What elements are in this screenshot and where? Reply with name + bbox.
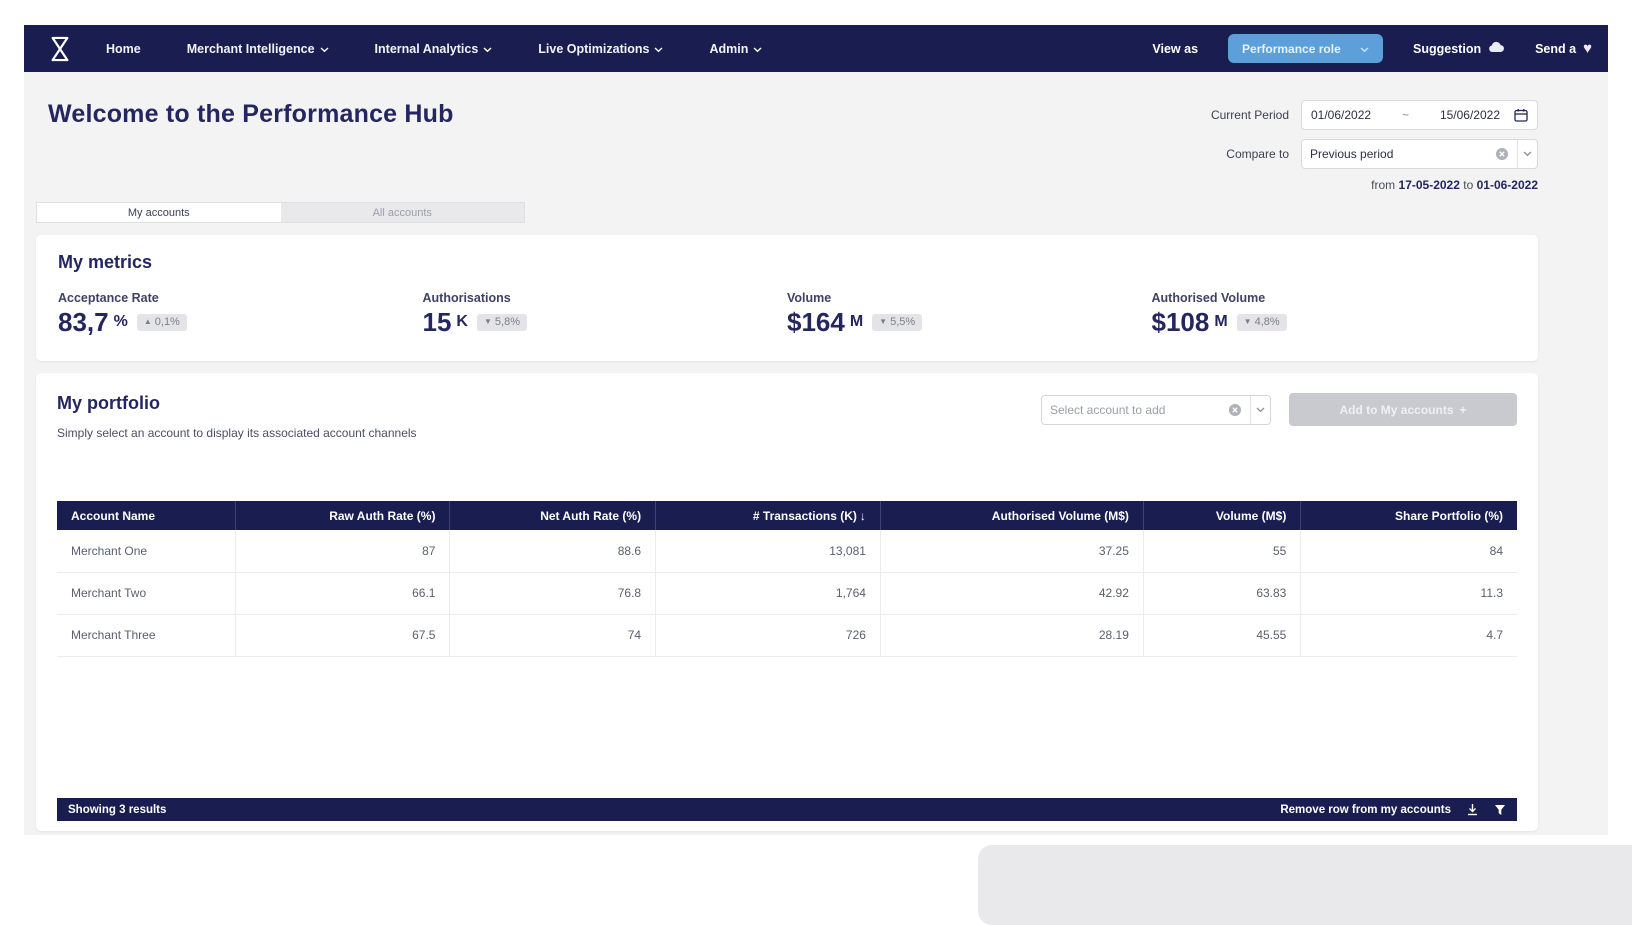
metric-value: $108	[1152, 309, 1210, 335]
heart-icon: ♥	[1583, 41, 1592, 56]
chevron-down-icon	[320, 42, 329, 56]
delta-badge: ▼ 5,8%	[477, 314, 527, 331]
account-select-placeholder: Select account to add	[1050, 403, 1222, 417]
col-raw-auth-rate[interactable]: Raw Auth Rate (%)	[236, 501, 450, 530]
tab-my-accounts[interactable]: My accounts	[37, 203, 281, 222]
current-period-label: Current Period	[1211, 108, 1289, 122]
nav-item-admin[interactable]: Admin	[709, 42, 762, 56]
portfolio-table: Account Name Raw Auth Rate (%) Net Auth …	[57, 501, 1517, 657]
delta-badge: ▲ 0,1%	[137, 314, 187, 331]
date-range-input[interactable]: 01/06/2022 ~ 15/06/2022	[1301, 100, 1538, 130]
metric-value: 83,7	[58, 309, 109, 335]
clear-icon[interactable]	[1228, 403, 1242, 417]
download-icon[interactable]	[1466, 803, 1479, 816]
my-portfolio-card: My portfolio Simply select an account to…	[36, 373, 1538, 831]
metric-volume: Volume $164 M ▼ 5,5%	[787, 291, 1152, 335]
table-row[interactable]: Merchant Two 66.1 76.8 1,764 42.92 63.83…	[57, 572, 1517, 614]
chevron-down-icon	[654, 42, 663, 56]
table-row[interactable]: Merchant One 87 88.6 13,081 37.25 55 84	[57, 530, 1517, 572]
role-selector-button[interactable]: Performance role	[1228, 34, 1383, 63]
delta-badge: ▼ 4,8%	[1237, 314, 1287, 331]
portfolio-subtitle: Simply select an account to display its …	[57, 426, 417, 440]
col-share-portfolio[interactable]: Share Portfolio (%)	[1301, 501, 1517, 530]
arrow-down-icon: ▼	[484, 318, 492, 326]
view-as-label: View as	[1152, 42, 1198, 56]
metric-unit: %	[114, 314, 128, 330]
col-net-auth-rate[interactable]: Net Auth Rate (%)	[450, 501, 656, 530]
compare-to-select[interactable]: Previous period	[1301, 139, 1538, 169]
metric-unit: M	[850, 314, 863, 330]
add-to-my-accounts-button[interactable]: Add to My accounts +	[1289, 393, 1517, 426]
chevron-down-icon	[753, 42, 762, 56]
date-start: 01/06/2022	[1311, 108, 1371, 122]
arrow-down-icon: ▼	[879, 318, 887, 326]
send-love-link[interactable]: Send a ♥	[1535, 41, 1592, 56]
table-footer-bar: Showing 3 results Remove row from my acc…	[57, 798, 1517, 821]
thought-cloud-icon	[1488, 41, 1505, 56]
page-title: Welcome to the Performance Hub	[36, 100, 454, 192]
results-count: Showing 3 results	[68, 804, 166, 816]
bottom-overlay-pill	[978, 845, 1632, 925]
metric-acceptance-rate: Acceptance Rate 83,7 % ▲ 0,1%	[58, 291, 423, 335]
table-header-row: Account Name Raw Auth Rate (%) Net Auth …	[57, 501, 1517, 530]
my-metrics-card: My metrics Acceptance Rate 83,7 % ▲ 0,1%…	[36, 235, 1538, 361]
suggestion-link[interactable]: Suggestion	[1413, 41, 1505, 56]
metric-unit: K	[456, 314, 468, 330]
metrics-title: My metrics	[58, 252, 1516, 273]
portfolio-title: My portfolio	[57, 393, 417, 414]
accounts-tabs: My accounts All accounts	[36, 202, 525, 223]
page-body: Welcome to the Performance Hub Current P…	[24, 72, 1608, 835]
metric-authorisations: Authorisations 15 K ▼ 5,8%	[423, 291, 788, 335]
compare-to-label: Compare to	[1226, 147, 1289, 161]
date-separator: ~	[1379, 108, 1432, 122]
plus-icon: +	[1460, 403, 1467, 417]
chevron-down-icon[interactable]	[1517, 140, 1537, 168]
app-logo-icon[interactable]	[48, 35, 72, 63]
nav-item-live-optimizations[interactable]: Live Optimizations	[538, 42, 663, 56]
delta-badge: ▼ 5,5%	[872, 314, 922, 331]
top-navbar: Home Merchant Intelligence Internal Anal…	[24, 25, 1608, 72]
col-account-name[interactable]: Account Name	[57, 501, 236, 530]
calendar-icon[interactable]	[1514, 108, 1528, 122]
nav-item-home[interactable]: Home	[106, 42, 141, 56]
nav-item-internal-analytics[interactable]: Internal Analytics	[375, 42, 493, 56]
remove-row-label[interactable]: Remove row from my accounts	[1280, 804, 1451, 816]
date-end: 15/06/2022	[1440, 108, 1500, 122]
account-select-input[interactable]: Select account to add	[1041, 395, 1271, 425]
nav-item-merchant-intelligence[interactable]: Merchant Intelligence	[187, 42, 329, 56]
col-volume[interactable]: Volume (M$)	[1143, 501, 1300, 530]
app-frame: Home Merchant Intelligence Internal Anal…	[24, 25, 1608, 835]
clear-icon[interactable]	[1495, 147, 1509, 161]
comparison-range-text: from 17-05-2022 to 01-06-2022	[1198, 178, 1538, 192]
col-transactions[interactable]: # Transactions (K)↓	[656, 501, 881, 530]
chevron-down-icon	[1360, 42, 1369, 56]
metric-value: 15	[423, 309, 452, 335]
sort-descending-icon: ↓	[860, 509, 866, 523]
col-authorised-volume[interactable]: Authorised Volume (M$)	[880, 501, 1143, 530]
filter-icon[interactable]	[1494, 804, 1506, 816]
arrow-up-icon: ▲	[144, 318, 152, 326]
arrow-down-icon: ▼	[1244, 318, 1252, 326]
chevron-down-icon[interactable]	[1250, 396, 1270, 424]
metric-unit: M	[1214, 314, 1227, 330]
tab-all-accounts[interactable]: All accounts	[281, 203, 525, 222]
metric-authorised-volume: Authorised Volume $108 M ▼ 4,8%	[1152, 291, 1517, 335]
chevron-down-icon	[483, 42, 492, 56]
metric-value: $164	[787, 309, 845, 335]
table-row[interactable]: Merchant Three 67.5 74 726 28.19 45.55 4…	[57, 614, 1517, 656]
compare-to-value: Previous period	[1310, 147, 1489, 161]
